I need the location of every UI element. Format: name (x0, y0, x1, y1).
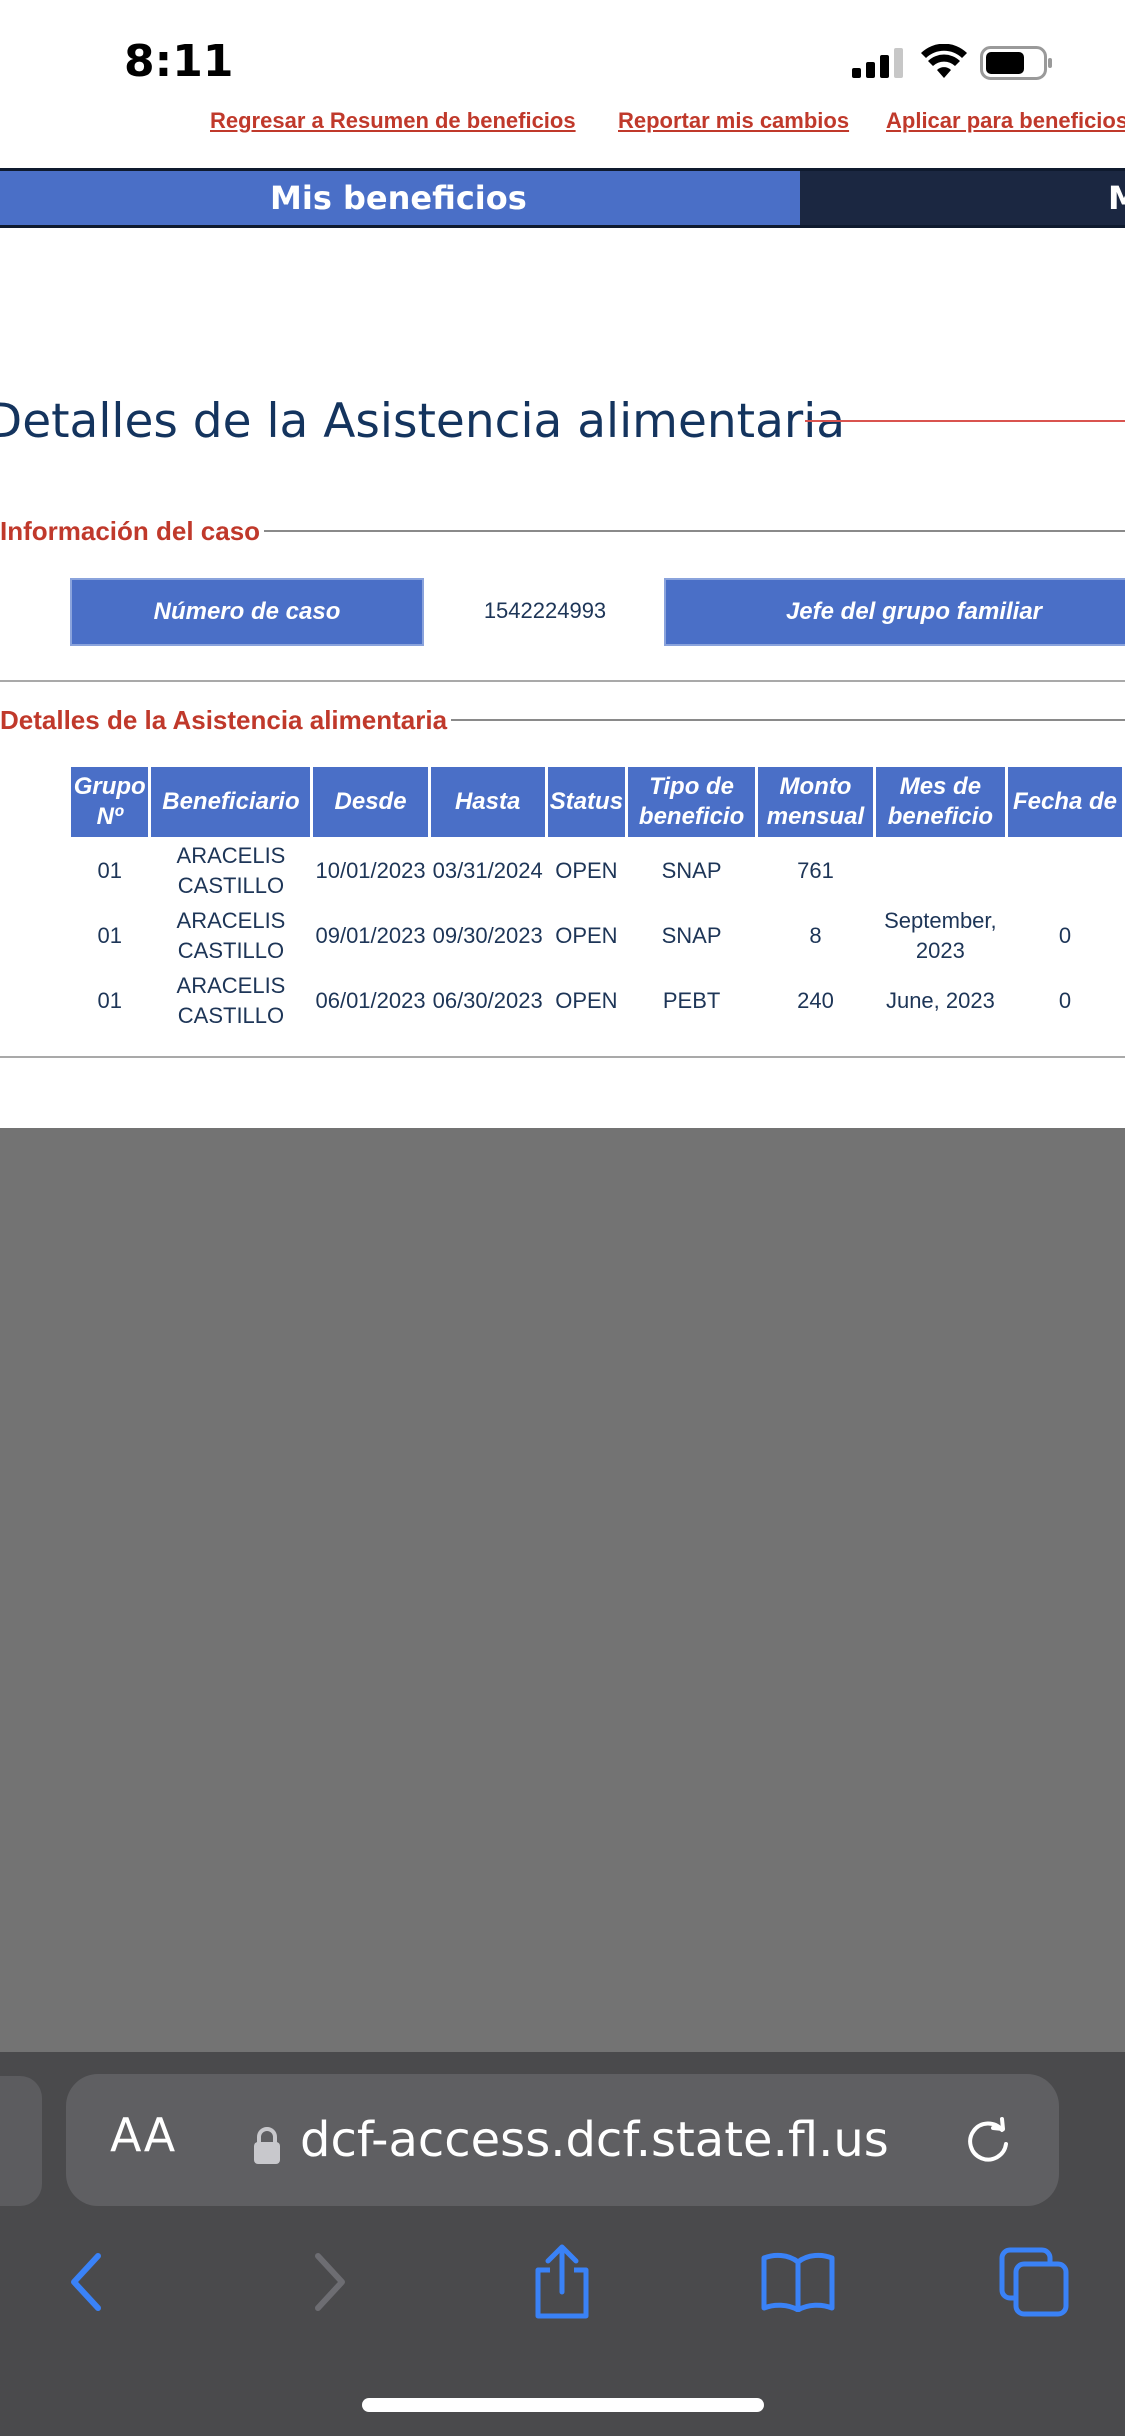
cell-date: 0 (1058, 923, 1072, 948)
cell-beneficiary: ARACELIS CASTILLO (176, 843, 286, 898)
cell-from: 09/01/2023 (315, 923, 426, 948)
benefits-table-viewport[interactable]: Grupo Nº Beneficiario Desde Hasta Status… (0, 0, 1125, 1100)
cell-status: OPEN (555, 923, 618, 948)
cell-from: 10/01/2023 (315, 858, 426, 883)
cell-benefit-month: June, 2023 (885, 988, 995, 1013)
share-button[interactable] (522, 2242, 602, 2322)
cell-beneficiary: ARACELIS CASTILLO (176, 908, 286, 963)
col-date: Fecha de (1007, 767, 1122, 837)
cell-date (1008, 840, 1122, 902)
cell-group: 01 (97, 988, 122, 1013)
forward-button[interactable] (290, 2242, 370, 2322)
reload-icon[interactable] (962, 2116, 1014, 2168)
benefits-table: Grupo Nº Beneficiario Desde Hasta Status… (68, 764, 1125, 1035)
address-bar[interactable]: AA dcf-access.dcf.state.fl.us (66, 2074, 1059, 2206)
tabs-button[interactable] (994, 2242, 1074, 2322)
col-to: Hasta (430, 767, 545, 837)
cell-status: OPEN (555, 988, 618, 1013)
table-row: 01 ARACELIS CASTILLO 09/01/2023 09/30/20… (71, 905, 1122, 967)
cell-status: OPEN (555, 858, 618, 883)
col-group: Grupo Nº (71, 767, 149, 837)
home-indicator (362, 2398, 764, 2412)
browser-chrome: AA dcf-access.dcf.state.fl.us (0, 2052, 1125, 2436)
table-row: 01 ARACELIS CASTILLO 10/01/2023 03/31/20… (71, 840, 1122, 902)
share-icon (535, 2244, 589, 2319)
forward-icon (315, 2253, 345, 2311)
tabs-icon (999, 2247, 1069, 2317)
cell-monthly-amount: 8 (809, 923, 822, 948)
col-from: Desde (313, 767, 428, 837)
page-blank-area (0, 1128, 1125, 2052)
cell-benefit-type: SNAP (661, 858, 722, 883)
bookmarks-icon (761, 2252, 835, 2312)
cell-from: 06/01/2023 (315, 988, 426, 1013)
col-monthly-amount: Monto mensual (758, 767, 873, 837)
cell-to: 06/30/2023 (432, 988, 543, 1013)
cell-monthly-amount: 240 (797, 988, 834, 1013)
url-text[interactable]: dcf-access.dcf.state.fl.us (300, 2112, 889, 2168)
back-button[interactable] (46, 2242, 126, 2322)
bookmarks-button[interactable] (758, 2242, 838, 2322)
table-header-row: Grupo Nº Beneficiario Desde Hasta Status… (71, 767, 1122, 837)
cell-group: 01 (97, 858, 122, 883)
cell-benefit-type: PEBT (662, 988, 721, 1013)
cell-benefit-month (876, 840, 1005, 902)
cell-monthly-amount: 761 (797, 858, 834, 883)
cell-beneficiary: ARACELIS CASTILLO (176, 973, 286, 1028)
back-icon (71, 2253, 101, 2311)
benefits-bottom-rule (0, 1056, 1125, 1058)
col-benefit-type: Tipo de beneficio (628, 767, 756, 837)
col-beneficiary: Beneficiario (151, 767, 311, 837)
text-size-button[interactable]: AA (110, 2108, 176, 2162)
table-row: 01 ARACELIS CASTILLO 06/01/2023 06/30/20… (71, 970, 1122, 1032)
cell-benefit-month: September, 2023 (884, 908, 997, 963)
previous-tab-peek[interactable] (0, 2076, 42, 2206)
col-status: Status (547, 767, 626, 837)
cell-benefit-type: SNAP (661, 923, 722, 948)
cell-date: 0 (1058, 988, 1072, 1013)
col-benefit-month: Mes de beneficio (875, 767, 1005, 837)
lock-icon (254, 2127, 280, 2164)
cell-to: 03/31/2024 (432, 858, 543, 883)
cell-to: 09/30/2023 (432, 923, 543, 948)
cell-group: 01 (97, 923, 122, 948)
